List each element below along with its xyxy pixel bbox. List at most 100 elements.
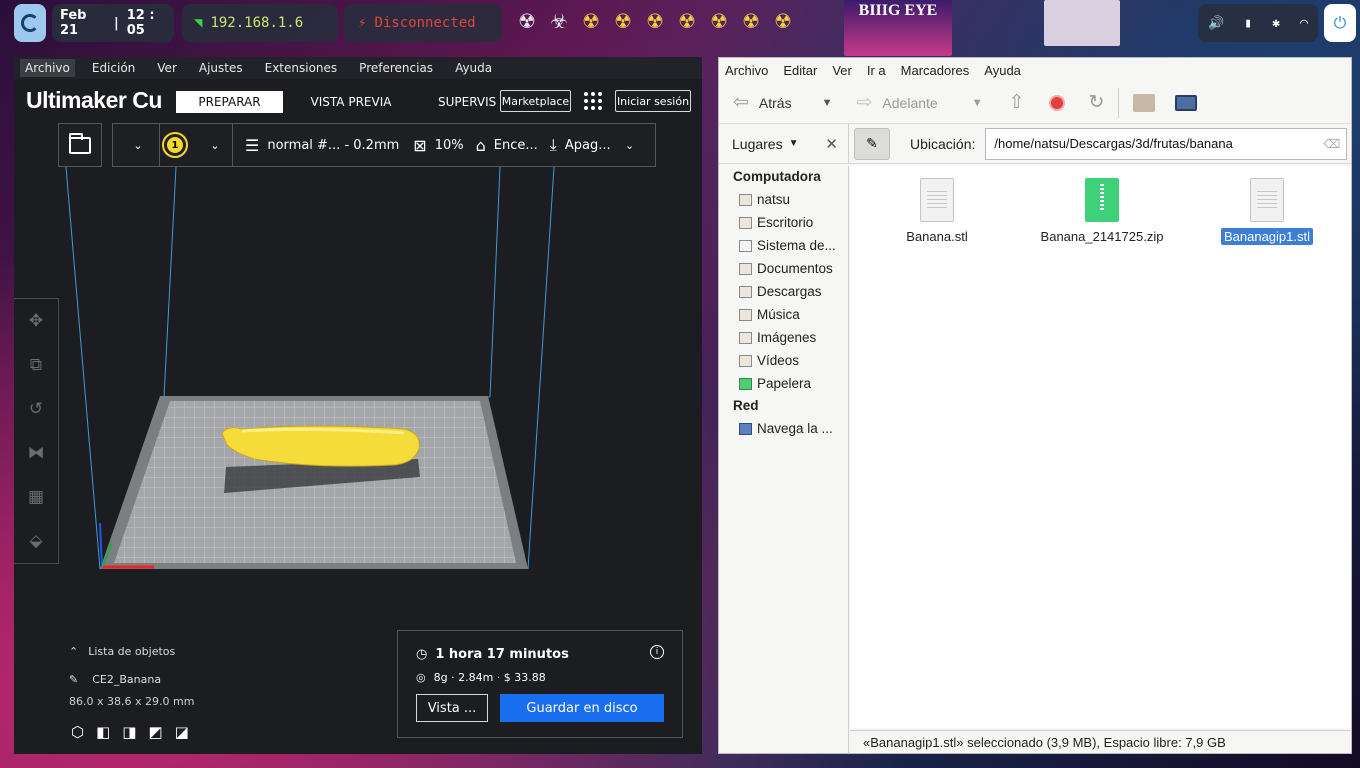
print-config-bar[interactable]: ⌄ 1 ⌄ ☰ normal #... - 0.2mm ⊠ 10% ⌂ Ence… bbox=[112, 123, 656, 167]
battery-icon[interactable]: ▮ bbox=[1244, 16, 1252, 31]
top-view-icon[interactable]: ◨ bbox=[122, 723, 136, 741]
radiation-icon[interactable]: ☢ bbox=[772, 8, 794, 34]
up-arrow-icon[interactable]: ⇧ bbox=[1009, 91, 1025, 114]
menu-editar[interactable]: Editar bbox=[783, 63, 817, 78]
vpn-status-widget[interactable]: ⚡ Disconnected bbox=[344, 4, 502, 42]
close-sidebar-icon[interactable]: ✕ bbox=[825, 135, 838, 153]
network-ip-widget[interactable]: ◥ 192.168.1.6 bbox=[182, 4, 338, 42]
menu-archivo[interactable]: Archivo bbox=[725, 63, 768, 78]
forward-button[interactable]: ⇨ Adelante bbox=[857, 91, 938, 114]
menu-edicion[interactable]: Edición bbox=[87, 59, 140, 77]
app-launcher-button[interactable] bbox=[14, 4, 46, 42]
right-view-icon[interactable]: ◪ bbox=[175, 723, 189, 741]
settings-dropdown-chevron-icon[interactable]: ⌄ bbox=[619, 139, 641, 152]
view-orientation-buttons: ⬡ ◧ ◨ ◩ ◪ bbox=[71, 723, 189, 741]
marketplace-button[interactable]: Marketplace bbox=[500, 90, 571, 112]
printer-dropdown-chevron-icon[interactable]: ⌄ bbox=[127, 139, 149, 152]
menu-preferencias[interactable]: Preferencias bbox=[354, 59, 438, 77]
sidebar-item-filesystem[interactable]: Sistema de... bbox=[719, 234, 848, 257]
sidebar-item-label: Documentos bbox=[757, 261, 833, 276]
toggle-location-edit-button[interactable]: ✎ bbox=[854, 127, 890, 160]
bluetooth-off-icon[interactable]: ✱ bbox=[1272, 16, 1280, 31]
radiation-icon[interactable]: ☢ bbox=[676, 8, 698, 34]
forward-history-dropdown-icon[interactable]: ▼ bbox=[972, 97, 983, 109]
file-item[interactable]: Banana_2141725.zip bbox=[1037, 178, 1167, 245]
sidebar-item-musica[interactable]: Música bbox=[719, 303, 848, 326]
ip-text: 192.168.1.6 bbox=[210, 15, 304, 31]
downloads-folder-icon bbox=[739, 285, 752, 298]
menu-ayuda[interactable]: Ayuda bbox=[984, 63, 1021, 78]
wifi-icon[interactable]: ◠ bbox=[1300, 16, 1308, 31]
apps-grid-icon[interactable] bbox=[584, 92, 602, 110]
home-icon[interactable] bbox=[1133, 93, 1156, 112]
sidebar-item-imagenes[interactable]: Imágenes bbox=[719, 326, 848, 349]
3d-viewport[interactable] bbox=[14, 167, 702, 637]
info-icon[interactable]: i bbox=[650, 645, 664, 659]
computer-icon[interactable] bbox=[1175, 94, 1198, 111]
back-history-dropdown-icon[interactable]: ▼ bbox=[822, 97, 833, 109]
scale-tool-icon[interactable]: ⧉ bbox=[14, 343, 58, 387]
infill-text[interactable]: 10% bbox=[435, 138, 464, 153]
tab-preview[interactable]: VISTA PREVIA bbox=[300, 91, 402, 113]
sidebar-item-descargas[interactable]: Descargas bbox=[719, 280, 848, 303]
location-input[interactable]: /home/natsu/Descargas/3d/frutas/banana ⌫ bbox=[985, 127, 1348, 160]
extruder-icon[interactable]: 1 bbox=[162, 132, 188, 158]
3d-view-icon[interactable]: ⬡ bbox=[71, 723, 84, 741]
back-button[interactable]: ⇦ Atrás bbox=[733, 91, 792, 114]
clock-widget[interactable]: Feb 21 | 12 : 05 bbox=[52, 4, 174, 42]
save-to-disk-button[interactable]: Guardar en disco bbox=[500, 694, 664, 722]
adhesion-text[interactable]: Apag... bbox=[565, 138, 611, 153]
per-model-settings-icon[interactable]: ▦ bbox=[14, 475, 58, 519]
menu-marcadores[interactable]: Marcadores bbox=[901, 63, 970, 78]
clear-input-icon[interactable]: ⌫ bbox=[1323, 137, 1340, 151]
power-button[interactable]: ⏻ bbox=[1324, 4, 1356, 42]
wallpaper-poster: BIIIG EYE bbox=[844, 0, 952, 56]
menu-ver[interactable]: Ver bbox=[832, 63, 852, 78]
menu-ir-a[interactable]: Ir a bbox=[867, 63, 886, 78]
front-view-icon[interactable]: ◧ bbox=[96, 723, 110, 741]
support-text[interactable]: Ence... bbox=[494, 138, 538, 153]
sidebar-item-videos[interactable]: Vídeos bbox=[719, 349, 848, 372]
menu-ayuda[interactable]: Ayuda bbox=[450, 59, 497, 77]
signin-button[interactable]: Iniciar sesión bbox=[615, 90, 691, 112]
file-item[interactable]: Banana.stl bbox=[872, 178, 1002, 245]
object-list-toggle[interactable]: ⌃ Lista de objetos bbox=[69, 645, 175, 658]
menu-archivo[interactable]: Archivo bbox=[20, 59, 75, 77]
move-tool-icon[interactable]: ✥ bbox=[14, 299, 58, 343]
cura-logo: Ultimaker Cu bbox=[26, 87, 162, 113]
preview-button[interactable]: Vista ... bbox=[416, 694, 488, 722]
location-label: Ubicación: bbox=[910, 135, 976, 152]
file-view[interactable]: Banana.stl Banana_2141725.zip Bananagip1… bbox=[850, 166, 1351, 728]
left-view-icon[interactable]: ◩ bbox=[148, 723, 162, 741]
mirror-tool-icon[interactable]: ⧓ bbox=[14, 431, 58, 475]
radiation-icon[interactable]: ☢ bbox=[580, 8, 602, 34]
extruder-dropdown-chevron-icon[interactable]: ⌄ bbox=[204, 139, 226, 152]
menu-ajustes[interactable]: Ajustes bbox=[194, 59, 248, 77]
object-row[interactable]: ✎ CE2_Banana bbox=[69, 673, 229, 686]
stop-icon[interactable] bbox=[1048, 94, 1065, 111]
sidebar-item-browse-network[interactable]: Navega la ... bbox=[719, 417, 848, 440]
profile-text[interactable]: normal #... - 0.2mm bbox=[267, 138, 399, 153]
radiation-icon[interactable]: ☢ bbox=[612, 8, 634, 34]
sidebar-item-natsu[interactable]: natsu bbox=[719, 188, 848, 211]
menu-ver[interactable]: Ver bbox=[152, 59, 182, 77]
sidebar-item-papelera[interactable]: Papelera bbox=[719, 372, 848, 395]
rotate-tool-icon[interactable]: ↺ bbox=[14, 387, 58, 431]
menu-extensiones[interactable]: Extensiones bbox=[260, 59, 343, 77]
reload-icon[interactable]: ↻ bbox=[1089, 91, 1105, 114]
volume-icon[interactable]: 🔊 bbox=[1208, 16, 1224, 31]
sidebar-item-escritorio[interactable]: Escritorio bbox=[719, 211, 848, 234]
radiation-icon[interactable]: ☢ bbox=[708, 8, 730, 34]
radiation-icon[interactable]: ☢ bbox=[644, 8, 666, 34]
file-item-selected[interactable]: Bananagip1.stl bbox=[1202, 178, 1332, 245]
sidebar-item-documentos[interactable]: Documentos bbox=[719, 257, 848, 280]
radiation-icon[interactable]: ☢ bbox=[740, 8, 762, 34]
biohazard-icon[interactable]: ☣ bbox=[548, 8, 570, 34]
tab-monitor[interactable]: SUPERVIS bbox=[438, 91, 502, 113]
support-blocker-icon[interactable]: ⬙ bbox=[14, 519, 58, 563]
tab-prepare[interactable]: PREPARAR bbox=[176, 91, 283, 113]
open-file-button[interactable] bbox=[58, 123, 102, 167]
pencil-icon[interactable]: ✎ bbox=[69, 673, 78, 686]
places-selector[interactable]: Lugares ▼ ✕ bbox=[719, 123, 849, 164]
radiation-icon[interactable]: ☢ bbox=[516, 8, 538, 34]
